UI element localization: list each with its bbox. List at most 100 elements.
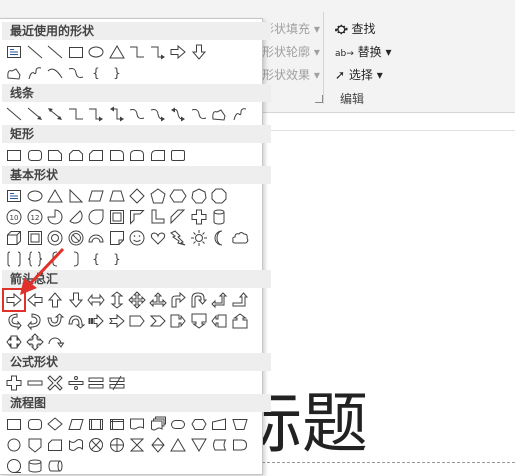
hexagon-icon[interactable] — [168, 186, 188, 206]
sun-icon[interactable] — [189, 228, 209, 248]
squiggle-icon[interactable] — [25, 63, 45, 83]
freeform-icon[interactable] — [4, 63, 24, 83]
chevron-icon[interactable] — [148, 311, 168, 331]
connector-icon[interactable] — [4, 435, 24, 455]
shape-effects-button[interactable]: 形状效果 ▾ — [262, 66, 320, 84]
plus-icon[interactable] — [4, 373, 24, 393]
equal-icon[interactable] — [86, 373, 106, 393]
bracket-left-icon[interactable] — [45, 249, 65, 269]
manual-op-icon[interactable] — [230, 414, 250, 434]
manual-input-icon[interactable] — [209, 414, 229, 434]
right-triangle-icon[interactable] — [66, 186, 86, 206]
multidoc-icon[interactable] — [148, 414, 168, 434]
left-callout-icon[interactable] — [209, 311, 229, 331]
oval-icon[interactable] — [86, 42, 106, 62]
direct-access-icon[interactable] — [45, 456, 65, 476]
curve-dbl-arrow-icon[interactable] — [168, 104, 188, 124]
brace-pair-icon[interactable] — [25, 249, 45, 269]
diag-stripe-icon[interactable] — [168, 207, 188, 227]
can-icon[interactable] — [209, 207, 229, 227]
right-arrow-icon[interactable] — [168, 42, 188, 62]
no-symbol-icon[interactable] — [66, 228, 86, 248]
decagon-icon[interactable]: 10 — [4, 207, 24, 227]
brace-right-icon[interactable]: } — [107, 63, 127, 83]
cloud-icon[interactable] — [230, 228, 250, 248]
multiply-icon[interactable] — [45, 373, 65, 393]
bevel-icon[interactable] — [25, 228, 45, 248]
brace-left-icon[interactable]: { — [86, 249, 106, 269]
curve-icon[interactable] — [66, 63, 86, 83]
curve-arrow-icon[interactable] — [148, 104, 168, 124]
block-arc-icon[interactable] — [86, 228, 106, 248]
predefined-icon[interactable] — [86, 414, 106, 434]
smiley-icon[interactable] — [127, 228, 147, 248]
elbow-dbl-arrow-icon[interactable] — [107, 104, 127, 124]
pentagon-icon[interactable] — [148, 186, 168, 206]
notched-right-icon[interactable] — [107, 311, 127, 331]
offpage-icon[interactable] — [25, 435, 45, 455]
data-icon[interactable] — [66, 414, 86, 434]
rect-icon[interactable] — [66, 42, 86, 62]
snip2-icon[interactable] — [66, 145, 86, 165]
left-right-arrow-icon[interactable] — [86, 290, 106, 310]
dodecagon-icon[interactable]: 12 — [25, 207, 45, 227]
folded-icon[interactable] — [107, 228, 127, 248]
textbox-icon[interactable] — [4, 42, 24, 62]
l-shape-icon[interactable] — [148, 207, 168, 227]
lightning-icon[interactable] — [168, 228, 188, 248]
line-dbl-arrow-icon[interactable] — [45, 104, 65, 124]
left-right-up-arrow-icon[interactable] — [148, 290, 168, 310]
octagon-icon[interactable] — [209, 186, 229, 206]
left-arrow-icon[interactable] — [25, 290, 45, 310]
down-arrow-icon[interactable] — [66, 290, 86, 310]
pentagon-arrow-icon[interactable] — [127, 311, 147, 331]
up-callout-icon[interactable] — [230, 311, 250, 331]
select-button[interactable]: ➚ 选择 ▾ — [335, 66, 383, 84]
elbow-icon[interactable] — [127, 42, 147, 62]
u-turn-arrow-icon[interactable] — [189, 290, 209, 310]
round2-icon[interactable] — [127, 145, 147, 165]
cube-icon[interactable] — [4, 228, 24, 248]
left-right-callout-icon[interactable] — [4, 332, 24, 352]
right-arrow-icon[interactable] — [2, 288, 26, 312]
right-callout-icon[interactable] — [168, 311, 188, 331]
parallelogram-icon[interactable] — [86, 186, 106, 206]
bracket-pair-icon[interactable] — [4, 249, 24, 269]
pie-icon[interactable] — [45, 207, 65, 227]
bent-up-arrow-icon[interactable] — [230, 290, 250, 310]
diamond-icon[interactable] — [127, 186, 147, 206]
curved-down-icon[interactable] — [66, 311, 86, 331]
brace-left-icon[interactable]: { — [86, 63, 106, 83]
stored-data-icon[interactable] — [209, 435, 229, 455]
elbow-arrow-icon[interactable] — [148, 42, 168, 62]
brace-right-icon[interactable]: } — [107, 249, 127, 269]
striped-right-icon[interactable] — [86, 311, 106, 331]
squiggle-icon[interactable] — [230, 104, 250, 124]
circular-arrow-icon[interactable] — [45, 332, 65, 352]
find-button[interactable]: ⛮ 查找 — [335, 20, 375, 38]
down-callout-icon[interactable] — [189, 311, 209, 331]
divide-icon[interactable] — [66, 373, 86, 393]
magnetic-disk-icon[interactable] — [25, 456, 45, 476]
internal-icon[interactable] — [107, 414, 127, 434]
oval-icon[interactable] — [25, 186, 45, 206]
merge-icon[interactable] — [189, 435, 209, 455]
half-frame-icon[interactable] — [127, 207, 147, 227]
left-up-arrow-icon[interactable] — [209, 290, 229, 310]
or-icon[interactable] — [107, 435, 127, 455]
replace-button[interactable]: ab→ 替换 ▾ — [335, 43, 391, 61]
dialog-launcher-icon[interactable] — [315, 95, 323, 103]
curved-right-icon[interactable] — [4, 311, 24, 331]
quad-callout-icon[interactable] — [25, 332, 45, 352]
delay-icon[interactable] — [230, 435, 250, 455]
document-icon[interactable] — [127, 414, 147, 434]
round4-icon[interactable] — [168, 145, 188, 165]
line-icon[interactable] — [25, 42, 45, 62]
curved-up-icon[interactable] — [45, 311, 65, 331]
process-icon[interactable] — [4, 414, 24, 434]
minus-icon[interactable] — [25, 373, 45, 393]
elbow-icon[interactable] — [66, 104, 86, 124]
sequential-icon[interactable] — [4, 456, 24, 476]
donut-icon[interactable] — [45, 228, 65, 248]
triangle-icon[interactable] — [107, 42, 127, 62]
